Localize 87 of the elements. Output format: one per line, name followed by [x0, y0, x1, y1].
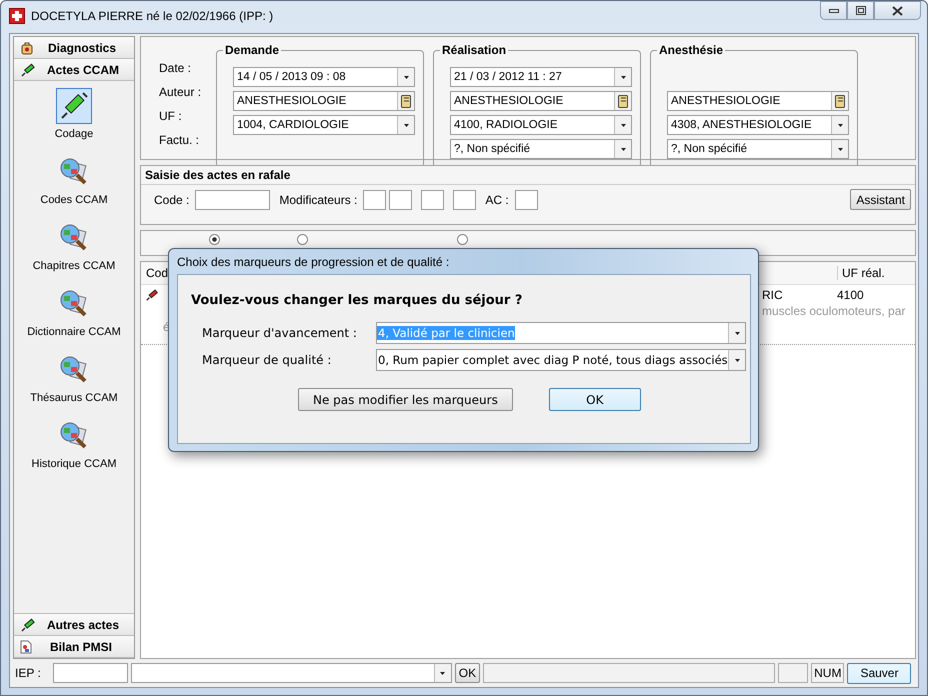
close-button[interactable] — [874, 1, 921, 20]
combo-field[interactable]: 14 / 05 / 2013 09 : 08 — [233, 67, 415, 87]
combo-field[interactable]: ANESTHESIOLOGIE — [233, 91, 415, 111]
sidebar-tab[interactable]: Actes CCAM — [14, 59, 134, 81]
caret-icon — [620, 76, 626, 78]
combo-field[interactable]: ?, Non spécifié — [450, 139, 632, 159]
sidebar-tab[interactable]: Diagnostics — [14, 37, 134, 59]
modifier-field[interactable] — [453, 190, 476, 210]
tool-label: Historique CCAM — [32, 458, 116, 470]
group-title: Demande — [224, 43, 280, 57]
syringe-icon — [20, 618, 36, 632]
field-label: Marqueur d'avancement : — [202, 326, 358, 340]
status-pane — [778, 663, 808, 683]
tool-label: Codes CCAM — [40, 194, 108, 206]
combo-field[interactable]: 0, Rum papier complet avec diag P noté, tous diags associés — [376, 349, 746, 371]
field-label: UF : — [159, 108, 183, 125]
field-label: AC : — [485, 192, 509, 206]
field-label: Auteur : — [159, 84, 202, 101]
tool-label: Thésaurus CCAM — [30, 392, 118, 404]
caret-icon — [620, 148, 626, 150]
combo-field[interactable]: 4308, ANESTHESIOLOGIE — [667, 115, 849, 135]
iep-field[interactable] — [52, 663, 128, 683]
field-label: Date : — [159, 60, 192, 77]
radio-button[interactable] — [209, 234, 220, 245]
sidebar-tab[interactable]: Autres actes — [14, 614, 134, 636]
caret-icon — [838, 124, 842, 126]
window-title: DOCETYLA PIERRE né le 02/02/1966 (IPP: ) — [31, 9, 274, 23]
book-icon — [835, 94, 845, 108]
dialog-title: Choix des marqueurs de progression et de qualité : — [177, 254, 450, 271]
combo-field[interactable]: ?, Non spécifié — [667, 139, 849, 159]
book-icon — [401, 94, 411, 108]
dialog-question: Voulez-vous changer les marques du séjour ? — [191, 293, 524, 308]
close-icon — [892, 6, 903, 16]
num-indicator: NUM — [811, 663, 844, 683]
modifier-field[interactable] — [389, 190, 412, 210]
field-label: Modificateurs : — [279, 192, 358, 206]
caret-icon — [734, 332, 740, 334]
caret-icon — [838, 148, 842, 150]
syringe-icon — [20, 62, 36, 76]
restore-icon — [856, 6, 866, 15]
tool-button[interactable] — [56, 88, 92, 124]
tool-label: Codage — [54, 128, 94, 140]
column-header[interactable]: UF réal. — [837, 266, 915, 280]
field-label: IEP : — [15, 666, 41, 680]
group-title: Anesthésie — [658, 43, 724, 57]
syringe-icon — [145, 288, 159, 302]
combo-field[interactable]: 21 / 03 / 2012 11 : 27 — [450, 67, 632, 87]
syringe-icon — [58, 91, 89, 121]
table-cell-text: 4100 — [837, 288, 865, 302]
ac-field[interactable] — [514, 190, 538, 210]
maximize-button[interactable] — [847, 1, 874, 20]
radio-button[interactable] — [457, 234, 468, 245]
caret-icon — [734, 358, 740, 362]
document-icon — [20, 640, 32, 654]
book-icon — [618, 94, 628, 108]
tool-label: Chapitres CCAM — [32, 260, 116, 272]
dialog-button[interactable]: OK — [548, 388, 641, 411]
caret-icon — [620, 124, 626, 126]
bag-icon — [20, 40, 34, 54]
modifier-field[interactable] — [421, 190, 444, 210]
table-cell-text: RIC — [762, 288, 784, 302]
field-label: Code : — [154, 192, 190, 206]
save-button[interactable]: Sauver — [847, 662, 912, 684]
caret-icon — [440, 672, 446, 674]
combo-field[interactable] — [130, 663, 452, 683]
ok-button[interactable]: OK — [454, 663, 480, 683]
minimize-icon — [828, 8, 838, 14]
group-title: Réalisation — [441, 43, 508, 57]
minimize-button[interactable] — [820, 1, 847, 20]
caret-icon — [404, 76, 408, 78]
cross-logo — [9, 8, 25, 24]
combo-field[interactable]: 1004, CARDIOLOGIE — [233, 115, 415, 135]
caret-icon — [404, 124, 408, 126]
radio-button[interactable] — [297, 234, 308, 245]
code-field[interactable] — [195, 190, 270, 210]
field-label: Marqueur de qualité : — [202, 353, 332, 367]
table-cell-text: muscles oculomoteurs, par — [762, 304, 906, 318]
combo-field[interactable]: ANESTHESIOLOGIE — [450, 91, 632, 111]
modifier-field[interactable] — [363, 190, 386, 210]
dialog-button[interactable]: Ne pas modifier les marqueurs — [298, 388, 513, 411]
field-label: Factu. : — [159, 132, 200, 149]
combo-field[interactable]: 4100, RADIOLOGIE — [450, 115, 632, 135]
section-title: Saisie des actes en rafale — [141, 166, 915, 185]
combo-field[interactable]: ANESTHESIOLOGIE — [667, 91, 849, 111]
tool-label: Dictionnaire CCAM — [27, 326, 121, 338]
sidebar-tab[interactable]: Bilan PMSI — [14, 636, 134, 658]
assistant-button[interactable]: Assistant — [850, 189, 911, 210]
